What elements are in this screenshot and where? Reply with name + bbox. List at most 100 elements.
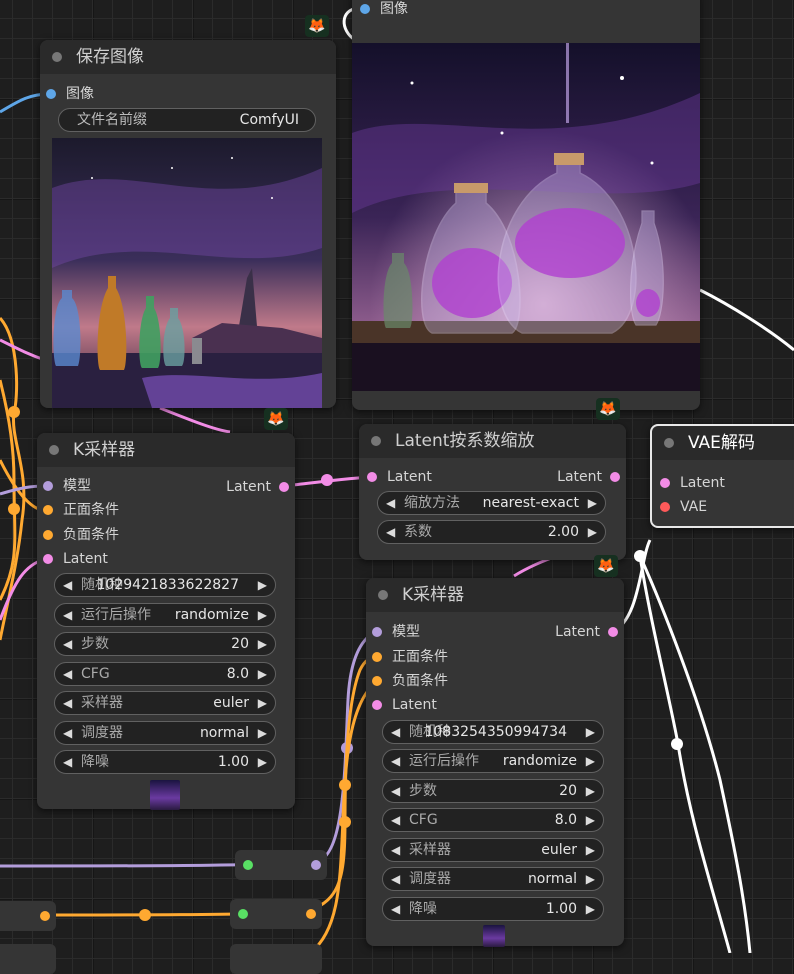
reroute-output-pin[interactable] bbox=[311, 860, 321, 870]
increment-arrow-icon[interactable]: ▶ bbox=[586, 809, 595, 831]
negative-pin[interactable] bbox=[43, 530, 53, 540]
node-title[interactable]: K采样器 bbox=[37, 433, 295, 467]
image-input-pin[interactable] bbox=[360, 4, 370, 14]
decrement-arrow-icon[interactable]: ◀ bbox=[391, 839, 400, 861]
decrement-arrow-icon[interactable]: ◀ bbox=[63, 663, 72, 685]
reroute-output-pin[interactable] bbox=[306, 909, 316, 919]
decrement-arrow-icon[interactable]: ◀ bbox=[391, 780, 400, 802]
decrement-arrow-icon[interactable]: ◀ bbox=[391, 898, 400, 920]
increment-arrow-icon[interactable]: ▶ bbox=[586, 750, 595, 772]
node-title[interactable]: K采样器 bbox=[366, 578, 624, 612]
input-latent[interactable]: Latent bbox=[372, 696, 437, 714]
scale-by-widget[interactable]: ◀ 系数 2.00 ▶ bbox=[377, 520, 606, 544]
decrement-arrow-icon[interactable]: ◀ bbox=[63, 751, 72, 773]
vae-decode-node[interactable]: VAE解码 Latent VAE bbox=[650, 424, 794, 528]
increment-arrow-icon[interactable]: ▶ bbox=[258, 692, 267, 714]
input-model[interactable]: 模型 bbox=[372, 623, 420, 641]
decrement-arrow-icon[interactable]: ◀ bbox=[63, 633, 72, 655]
latent-pin[interactable] bbox=[372, 700, 382, 710]
output-latent[interactable]: Latent bbox=[226, 478, 289, 496]
decrement-arrow-icon[interactable]: ◀ bbox=[63, 692, 72, 714]
reroute-node-positive[interactable] bbox=[230, 899, 322, 929]
input-positive[interactable]: 正面条件 bbox=[43, 501, 119, 519]
increment-arrow-icon[interactable]: ▶ bbox=[258, 604, 267, 626]
input-model[interactable]: 模型 bbox=[43, 477, 91, 495]
decrement-arrow-icon[interactable]: ◀ bbox=[391, 868, 400, 890]
ksampler-node-2[interactable]: K采样器 模型 正面条件 负面条件 Latent Latent ◀ 随机种 10… bbox=[366, 578, 624, 947]
decrement-arrow-icon[interactable]: ◀ bbox=[391, 809, 400, 831]
decrement-arrow-icon[interactable]: ◀ bbox=[63, 604, 72, 626]
steps-widget[interactable]: ◀ 步数 20 ▶ bbox=[54, 632, 276, 656]
decrement-arrow-icon[interactable]: ◀ bbox=[386, 492, 395, 514]
collapse-dot[interactable] bbox=[52, 52, 62, 62]
sampler-widget[interactable]: ◀ 采样器 euler ▶ bbox=[382, 838, 604, 862]
node-title[interactable]: Latent按系数缩放 bbox=[359, 424, 626, 458]
collapse-dot[interactable] bbox=[664, 438, 674, 448]
seed-widget[interactable]: ◀ 随机种 1029421833622827 ▶ bbox=[54, 573, 276, 597]
increment-arrow-icon[interactable]: ▶ bbox=[586, 868, 595, 890]
input-latent[interactable]: Latent bbox=[660, 474, 725, 492]
input-latent[interactable]: Latent bbox=[367, 468, 432, 486]
input-positive[interactable]: 正面条件 bbox=[372, 648, 448, 666]
input-vae[interactable]: VAE bbox=[660, 498, 707, 516]
increment-arrow-icon[interactable]: ▶ bbox=[586, 839, 595, 861]
latent-upscale-by-node[interactable]: Latent按系数缩放 Latent Latent ◀ 缩放方法 nearest… bbox=[359, 424, 626, 560]
preview-image-node[interactable]: 图像 bbox=[352, 0, 700, 410]
latent-output-pin[interactable] bbox=[279, 482, 289, 492]
output-latent[interactable]: Latent bbox=[557, 468, 620, 486]
increment-arrow-icon[interactable]: ▶ bbox=[258, 663, 267, 685]
cfg-widget[interactable]: ◀ CFG 8.0 ▶ bbox=[382, 808, 604, 832]
negative-pin[interactable] bbox=[372, 676, 382, 686]
output-latent[interactable]: Latent bbox=[555, 623, 618, 641]
increment-arrow-icon[interactable]: ▶ bbox=[588, 521, 597, 543]
ksampler-node-1[interactable]: K采样器 模型 正面条件 负面条件 Latent Latent ◀ 随机种 10… bbox=[37, 433, 295, 810]
collapse-dot[interactable] bbox=[49, 445, 59, 455]
latent-output-pin[interactable] bbox=[608, 627, 618, 637]
decrement-arrow-icon[interactable]: ◀ bbox=[63, 722, 72, 744]
node-title[interactable]: 保存图像 bbox=[40, 40, 336, 74]
input-negative[interactable]: 负面条件 bbox=[372, 672, 448, 690]
image-input-pin[interactable] bbox=[46, 89, 56, 99]
decrement-arrow-icon[interactable]: ◀ bbox=[386, 521, 395, 543]
denoise-widget[interactable]: ◀ 降噪 1.00 ▶ bbox=[382, 897, 604, 921]
cfg-widget[interactable]: ◀ CFG 8.0 ▶ bbox=[54, 662, 276, 686]
node-title[interactable]: VAE解码 bbox=[652, 426, 794, 460]
increment-arrow-icon[interactable]: ▶ bbox=[258, 751, 267, 773]
latent-pin[interactable] bbox=[43, 554, 53, 564]
control-after-generate-widget[interactable]: ◀ 运行后操作 randomize ▶ bbox=[54, 603, 276, 627]
collapse-dot[interactable] bbox=[371, 436, 381, 446]
positive-pin[interactable] bbox=[43, 505, 53, 515]
increment-arrow-icon[interactable]: ▶ bbox=[586, 780, 595, 802]
filename-prefix-field[interactable]: 文件名前缀 ComfyUI bbox=[58, 108, 316, 132]
decrement-arrow-icon[interactable]: ◀ bbox=[391, 721, 400, 743]
seed-widget[interactable]: ◀ 随机种 1083254350994734 ▶ bbox=[382, 720, 604, 744]
vae-pin[interactable] bbox=[660, 502, 670, 512]
reroute-input-pin[interactable] bbox=[238, 909, 248, 919]
scheduler-widget[interactable]: ◀ 调度器 normal ▶ bbox=[382, 867, 604, 891]
upscale-method-widget[interactable]: ◀ 缩放方法 nearest-exact ▶ bbox=[377, 491, 606, 515]
decrement-arrow-icon[interactable]: ◀ bbox=[63, 574, 72, 596]
latent-output-pin[interactable] bbox=[610, 472, 620, 482]
model-pin[interactable] bbox=[372, 627, 382, 637]
collapse-dot[interactable] bbox=[378, 590, 388, 600]
control-after-generate-widget[interactable]: ◀ 运行后操作 randomize ▶ bbox=[382, 749, 604, 773]
increment-arrow-icon[interactable]: ▶ bbox=[258, 722, 267, 744]
save-input-image[interactable]: 图像 bbox=[46, 85, 94, 103]
reroute-node-bottom-left[interactable] bbox=[0, 944, 56, 974]
reroute-input-pin[interactable] bbox=[243, 860, 253, 870]
scheduler-widget[interactable]: ◀ 调度器 normal ▶ bbox=[54, 721, 276, 745]
increment-arrow-icon[interactable]: ▶ bbox=[588, 492, 597, 514]
preview-input-image[interactable]: 图像 bbox=[360, 0, 408, 18]
positive-pin[interactable] bbox=[372, 652, 382, 662]
sampler-widget[interactable]: ◀ 采样器 euler ▶ bbox=[54, 691, 276, 715]
decrement-arrow-icon[interactable]: ◀ bbox=[391, 750, 400, 772]
input-negative[interactable]: 负面条件 bbox=[43, 526, 119, 544]
latent-pin[interactable] bbox=[367, 472, 377, 482]
reroute-output-pin[interactable] bbox=[40, 911, 50, 921]
steps-widget[interactable]: ◀ 步数 20 ▶ bbox=[382, 779, 604, 803]
model-pin[interactable] bbox=[43, 481, 53, 491]
increment-arrow-icon[interactable]: ▶ bbox=[258, 574, 267, 596]
denoise-widget[interactable]: ◀ 降噪 1.00 ▶ bbox=[54, 750, 276, 774]
input-latent[interactable]: Latent bbox=[43, 550, 108, 568]
reroute-node-model[interactable] bbox=[235, 850, 327, 880]
